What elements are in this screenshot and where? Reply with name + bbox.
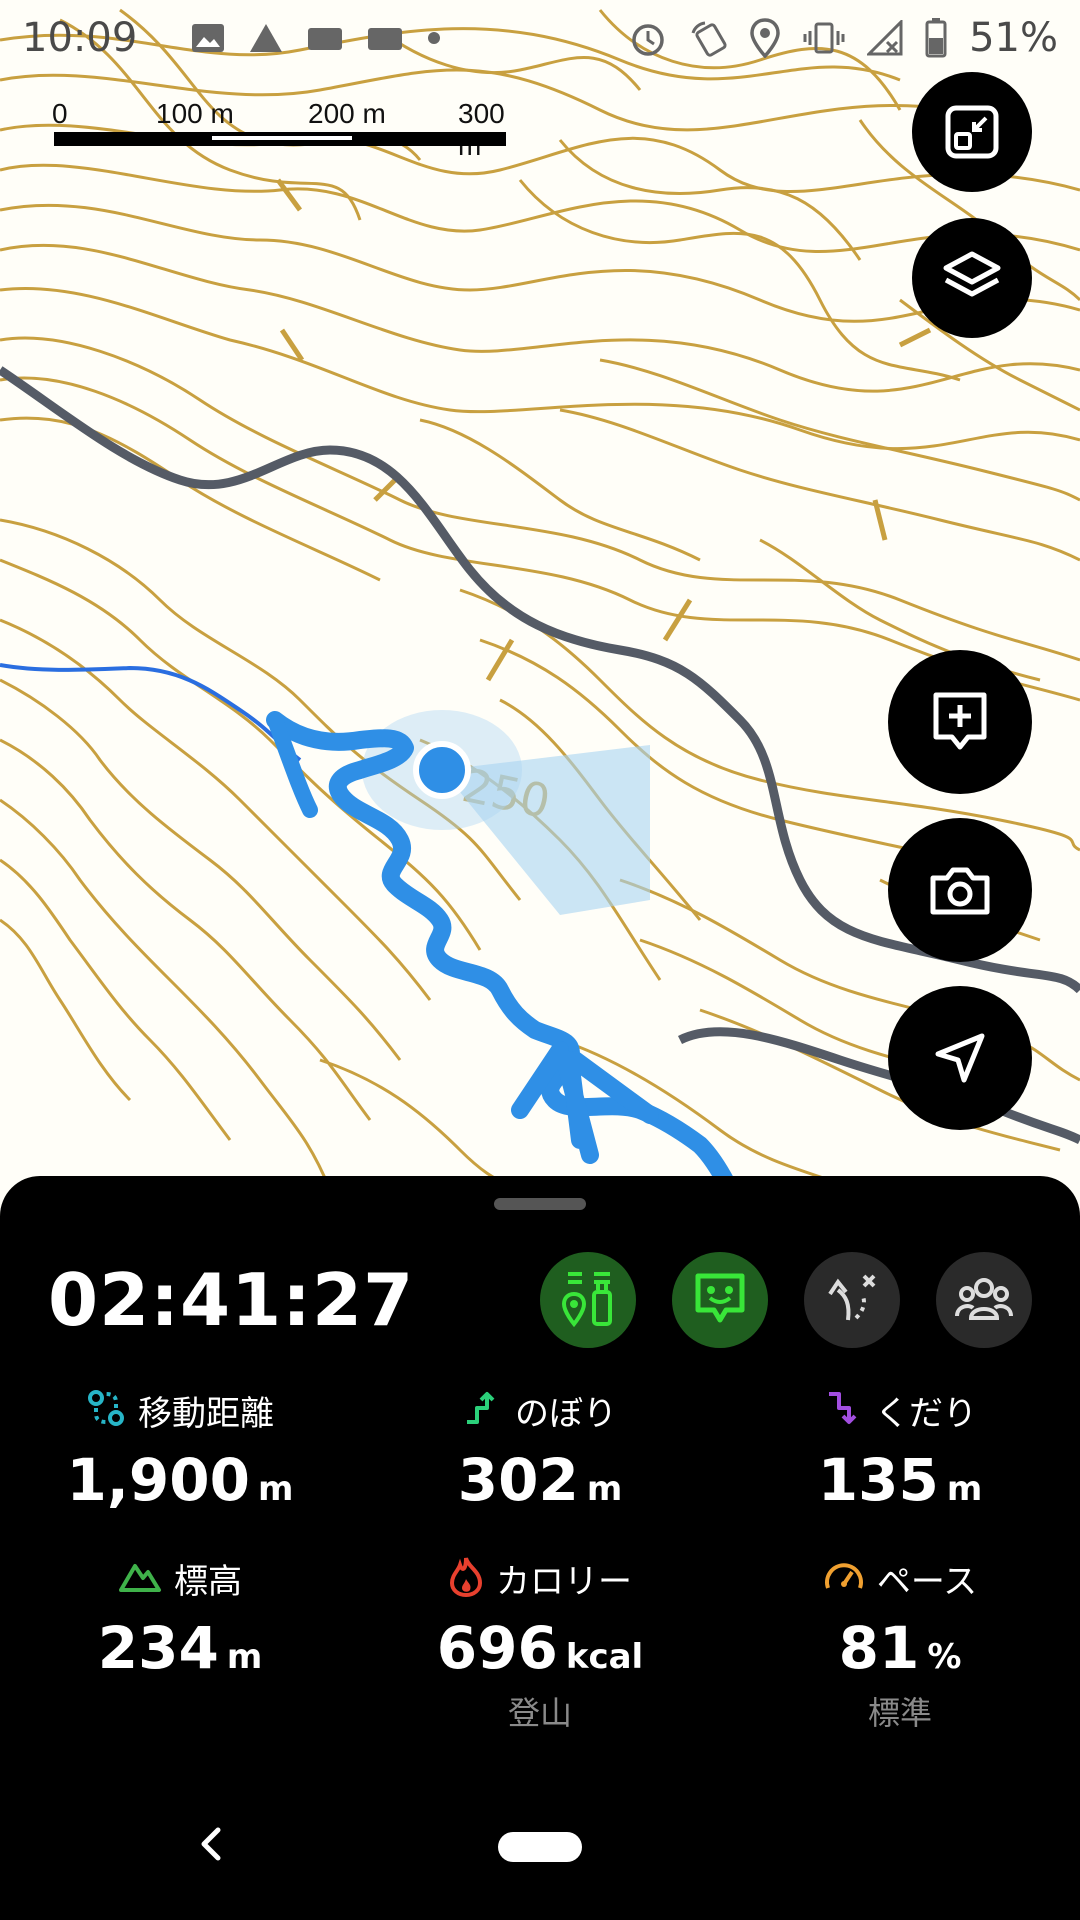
scale-label-100: 100 m xyxy=(156,98,234,129)
current-position-marker xyxy=(413,741,471,799)
pace-rating: 標準 xyxy=(867,1694,932,1732)
back-icon xyxy=(190,1827,234,1870)
pace-value: 81 xyxy=(838,1614,920,1682)
ascent-value: 302 xyxy=(457,1446,579,1514)
speedometer-icon xyxy=(823,1558,865,1598)
location-icon xyxy=(749,18,781,58)
fullscreen-exit-button[interactable] xyxy=(912,72,1032,192)
mountain-icon xyxy=(118,1558,162,1598)
stat-pace: ペース 81 % 標準 xyxy=(720,1554,1080,1734)
calories-activity-type: 登山 xyxy=(507,1694,572,1732)
app-badge-icon xyxy=(307,25,343,51)
group-button[interactable] xyxy=(936,1252,1032,1348)
distance-value: 1,900 xyxy=(66,1446,251,1514)
battery-icon xyxy=(925,18,947,58)
route-off-button[interactable] xyxy=(804,1252,900,1348)
elevation-value: 234 xyxy=(97,1614,219,1682)
app-badge-icon xyxy=(367,25,403,51)
descent-value: 135 xyxy=(817,1446,939,1514)
ascent-icon xyxy=(463,1388,503,1432)
ascent-label: のぼり xyxy=(515,1393,617,1434)
sheet-drag-handle[interactable] xyxy=(494,1198,586,1210)
descent-unit: m xyxy=(946,1469,983,1509)
descent-icon xyxy=(823,1388,863,1432)
navigation-arrow-icon xyxy=(932,1030,988,1086)
home-button[interactable] xyxy=(498,1832,582,1862)
distance-unit: m xyxy=(258,1469,294,1509)
battery-percent: 51% xyxy=(969,15,1058,61)
status-bar: 10:09 51% xyxy=(0,0,1080,76)
scale-label-200: 200 m xyxy=(308,98,386,129)
signal-tower-icon xyxy=(249,22,283,54)
nfc-icon xyxy=(689,19,727,57)
contour-ticks xyxy=(275,178,932,682)
chat-button[interactable] xyxy=(672,1252,768,1348)
clock: 10:09 xyxy=(22,15,138,61)
route-icon xyxy=(86,1388,126,1432)
checkpoint-button[interactable] xyxy=(540,1252,636,1348)
stat-elevation: 標高 234 m xyxy=(0,1554,360,1683)
distance-label: 移動距離 xyxy=(138,1393,274,1434)
stat-ascent: のぼり 302 m xyxy=(360,1386,720,1514)
back-button[interactable] xyxy=(190,1822,234,1866)
pace-label: ペース xyxy=(876,1561,978,1602)
stat-descent: くだり 135 m xyxy=(720,1386,1080,1514)
scale-label-0: 0 xyxy=(52,98,68,129)
map-pin-bottles-icon xyxy=(560,1268,616,1332)
stat-calories: カロリー 696 kcal 登山 xyxy=(360,1554,720,1734)
flame-icon xyxy=(448,1555,484,1601)
activity-bottom-sheet: 02:41:27 移動距離 1,900 m のぼり 302 m くだり 135 … xyxy=(0,1176,1080,1920)
group-icon xyxy=(953,1274,1015,1326)
layers-button[interactable] xyxy=(912,218,1032,338)
vibrate-icon xyxy=(803,21,845,55)
navigate-button[interactable] xyxy=(888,986,1032,1130)
calories-unit: kcal xyxy=(565,1637,644,1677)
map-river xyxy=(0,663,302,762)
elevation-label: 標高 xyxy=(174,1561,242,1602)
add-memo-button[interactable] xyxy=(888,650,1032,794)
pace-unit: % xyxy=(927,1637,962,1677)
descent-label: くだり xyxy=(875,1393,977,1434)
scale-label-300: 300 m xyxy=(458,98,505,161)
chat-face-icon xyxy=(692,1270,748,1330)
alarm-icon xyxy=(629,19,667,57)
elapsed-time: 02:41:27 xyxy=(48,1258,415,1342)
map-scale-bar: 0 100 m 200 m 300 m xyxy=(52,98,508,161)
add-memo-icon xyxy=(930,691,990,753)
calories-value: 696 xyxy=(436,1614,558,1682)
ascent-unit: m xyxy=(586,1469,623,1509)
camera-button[interactable] xyxy=(888,818,1032,962)
calories-label: カロリー xyxy=(496,1561,632,1602)
stat-distance: 移動距離 1,900 m xyxy=(0,1386,360,1514)
fullscreen-exit-icon xyxy=(944,104,1000,160)
camera-icon xyxy=(929,864,991,916)
route-off-icon xyxy=(824,1270,880,1330)
no-signal-icon xyxy=(867,20,903,56)
gallery-icon xyxy=(191,23,225,53)
elevation-unit: m xyxy=(226,1637,263,1677)
dot-icon xyxy=(427,31,441,45)
layers-icon xyxy=(942,250,1002,306)
